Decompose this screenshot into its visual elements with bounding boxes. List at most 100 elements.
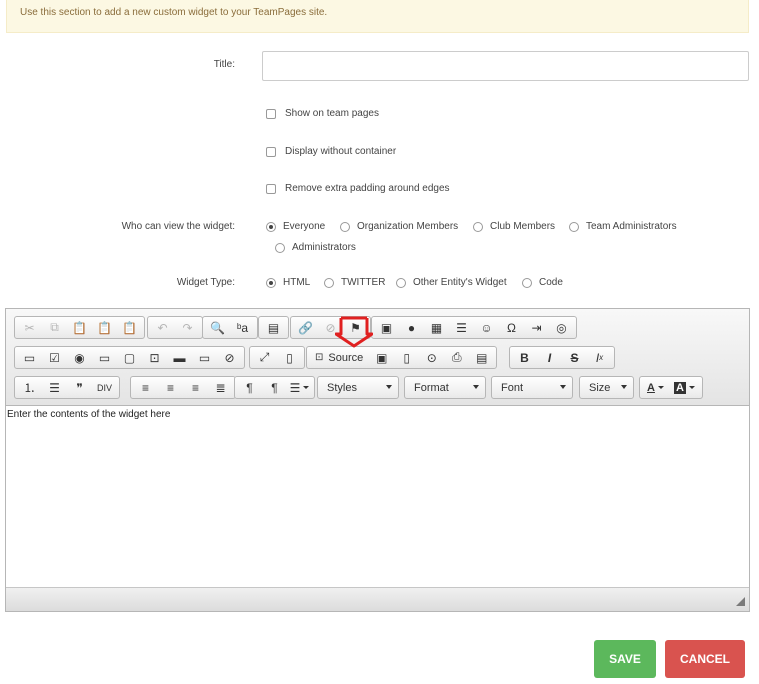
bold-icon[interactable]: B	[512, 347, 537, 368]
everyone-label: Everyone	[283, 221, 326, 232]
flash-icon[interactable]: ●	[399, 317, 424, 338]
maximize-icon[interactable]: ⤢	[252, 347, 277, 368]
administrators-label: Administrators	[292, 242, 356, 253]
align-left-icon[interactable]: ≡	[133, 377, 158, 398]
cancel-button[interactable]: CANCEL	[665, 640, 745, 678]
iframe-globe-icon[interactable]: ◎	[549, 317, 574, 338]
templates-icon[interactable]: ▤	[469, 347, 494, 368]
table-icon[interactable]: ▦	[424, 317, 449, 338]
remove-format-icon[interactable]: Ix	[587, 347, 612, 368]
link-icon[interactable]: 🔗	[293, 317, 318, 338]
view-option-team-administrators[interactable]: Team Administrators	[569, 221, 677, 232]
redo-icon[interactable]: ↷	[175, 317, 200, 338]
type-option-other-entity[interactable]: Other Entity's Widget	[396, 277, 507, 288]
show-on-team-pages-label: Show on team pages	[285, 108, 379, 119]
html-radio[interactable]	[266, 277, 276, 288]
copy-icon[interactable]: ⧉	[42, 317, 67, 338]
align-center-icon[interactable]: ≡	[158, 377, 183, 398]
preview-icon[interactable]: ⊙	[419, 347, 444, 368]
select-all-icon[interactable]: ▤	[261, 317, 286, 338]
justify-icon[interactable]: ≣	[208, 377, 233, 398]
anchor-flag-icon[interactable]: ⚑	[343, 317, 368, 338]
type-option-twitter[interactable]: TWITTER	[324, 277, 385, 288]
horizontal-rule-icon[interactable]: ☰	[449, 317, 474, 338]
smiley-icon[interactable]: ☺	[474, 317, 499, 338]
textarea-icon[interactable]: ▢	[117, 347, 142, 368]
view-option-club-members[interactable]: Club Members	[473, 221, 555, 232]
find-icon[interactable]: 🔍	[205, 317, 230, 338]
text-field-icon[interactable]: ▭	[92, 347, 117, 368]
paste-word-icon[interactable]: 📋	[117, 317, 142, 338]
link-group: 🔗 ⊘ ⚑	[290, 316, 371, 339]
remove-padding-option[interactable]: Remove extra padding around edges	[266, 183, 450, 194]
button-field-icon[interactable]: ▬	[167, 347, 192, 368]
new-page-icon[interactable]: ▯	[394, 347, 419, 368]
background-color-button[interactable]: A	[669, 377, 700, 398]
paste-icon[interactable]: 📋	[67, 317, 92, 338]
special-char-icon[interactable]: Ω	[499, 317, 524, 338]
display-without-container-option[interactable]: Display without container	[266, 146, 396, 157]
type-option-html[interactable]: HTML	[266, 277, 310, 288]
hidden-field-icon[interactable]: ⊘	[217, 347, 242, 368]
text-color-icon: A	[647, 381, 655, 394]
editor-content-area[interactable]: Enter the contents of the widget here	[6, 406, 749, 586]
radio-field-icon[interactable]: ◉	[67, 347, 92, 368]
everyone-radio[interactable]	[266, 221, 276, 232]
title-input[interactable]	[262, 51, 749, 81]
language-icon[interactable]: ☰	[287, 377, 312, 398]
paste-text-icon[interactable]: 📋	[92, 317, 117, 338]
strikethrough-icon[interactable]: S	[562, 347, 587, 368]
show-on-team-pages-checkbox[interactable]	[266, 108, 276, 119]
form-icon[interactable]: ▭	[17, 347, 42, 368]
title-label: Title:	[213, 59, 235, 70]
club-members-radio[interactable]	[473, 221, 483, 232]
view-option-everyone[interactable]: Everyone	[266, 221, 325, 232]
format-label: Format	[414, 381, 449, 394]
save-doc-icon[interactable]: ▣	[369, 347, 394, 368]
save-button[interactable]: SAVE	[594, 640, 656, 678]
text-direction-rtl-icon[interactable]: ¶	[262, 377, 287, 398]
cut-icon[interactable]: ✂	[17, 317, 42, 338]
format-dropdown[interactable]: Format	[404, 376, 486, 399]
select-field-icon[interactable]: ⊡	[142, 347, 167, 368]
find-group: 🔍 ᵇa	[202, 316, 258, 339]
background-color-icon: A	[673, 381, 686, 394]
view-permission-label: Who can view the widget:	[121, 221, 235, 232]
type-option-code[interactable]: Code	[522, 277, 563, 288]
code-radio[interactable]	[522, 277, 532, 288]
remove-padding-label: Remove extra padding around edges	[285, 183, 450, 194]
info-notice: Use this section to add a new custom wid…	[6, 0, 749, 33]
div-container-icon[interactable]: DIV	[92, 377, 117, 398]
show-on-team-pages-option[interactable]: Show on team pages	[266, 108, 379, 119]
organization-members-radio[interactable]	[340, 221, 350, 232]
twitter-radio[interactable]	[324, 277, 334, 288]
replace-icon[interactable]: ᵇa	[230, 317, 255, 338]
checkbox-field-icon[interactable]: ☑	[42, 347, 67, 368]
font-dropdown[interactable]: Font	[491, 376, 573, 399]
print-icon[interactable]: ⎙	[444, 347, 469, 368]
remove-padding-checkbox[interactable]	[266, 183, 276, 194]
resize-handle-icon[interactable]	[736, 597, 745, 606]
view-option-administrators[interactable]: Administrators	[275, 242, 356, 253]
styles-dropdown[interactable]: Styles	[317, 376, 399, 399]
blockquote-icon[interactable]: ❞	[67, 377, 92, 398]
show-blocks-icon[interactable]: ▯	[277, 347, 302, 368]
text-color-button[interactable]: A	[642, 377, 669, 398]
source-button[interactable]: ⊡ Source	[309, 347, 369, 368]
text-direction-ltr-icon[interactable]: ¶	[237, 377, 262, 398]
view-option-organization-members[interactable]: Organization Members	[340, 221, 458, 232]
undo-icon[interactable]: ↶	[150, 317, 175, 338]
team-administrators-radio[interactable]	[569, 221, 579, 232]
image-icon[interactable]: ▣	[374, 317, 399, 338]
display-without-container-checkbox[interactable]	[266, 146, 276, 157]
image-button-icon[interactable]: ▭	[192, 347, 217, 368]
size-dropdown[interactable]: Size	[579, 376, 634, 399]
unlink-icon[interactable]: ⊘	[318, 317, 343, 338]
page-break-icon[interactable]: ⇥	[524, 317, 549, 338]
bulleted-list-icon[interactable]: ☰	[42, 377, 67, 398]
numbered-list-icon[interactable]: ⒈	[17, 377, 42, 398]
administrators-radio[interactable]	[275, 242, 285, 253]
align-right-icon[interactable]: ≡	[183, 377, 208, 398]
italic-icon[interactable]: I	[537, 347, 562, 368]
other-entity-radio[interactable]	[396, 277, 406, 288]
